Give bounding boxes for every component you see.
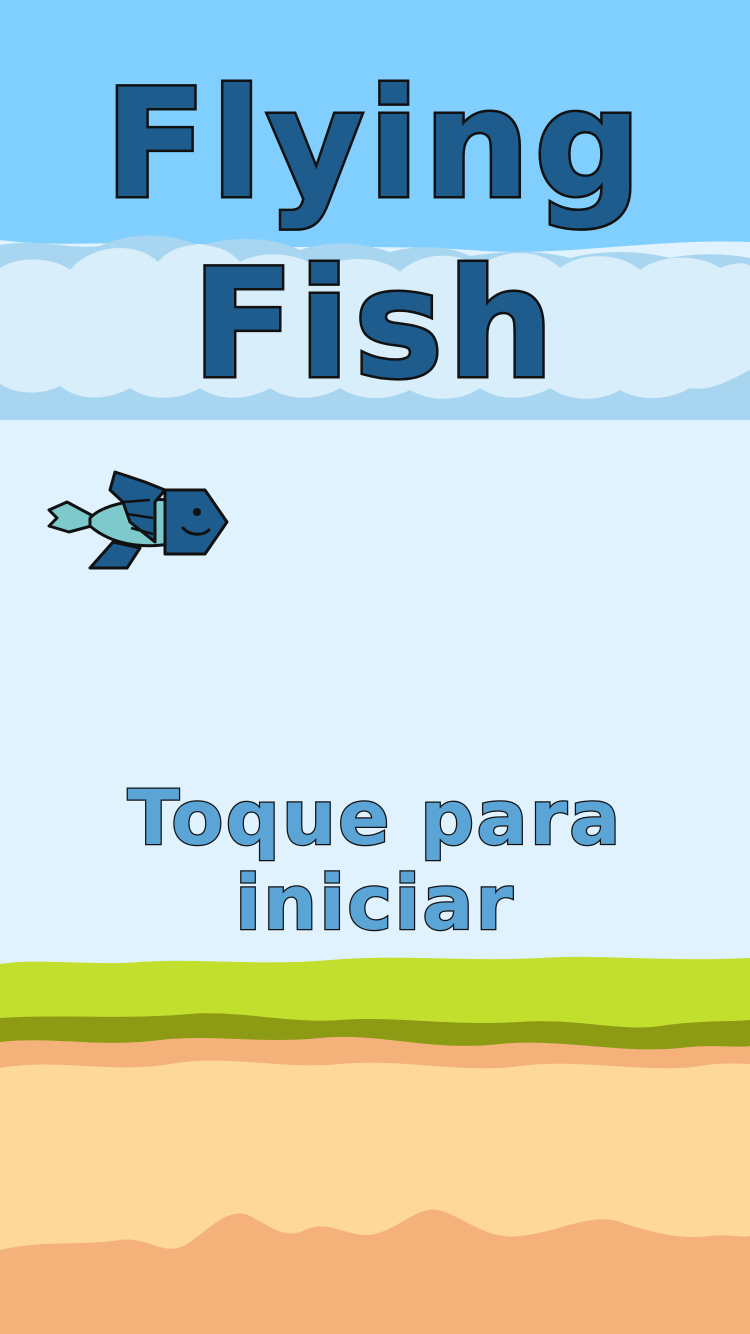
tap-to-start-line1[interactable]: Toque para [0,770,750,866]
tap-to-start-line2[interactable]: iniciar [0,855,750,951]
game-title-line1: Flying [102,58,646,233]
fish-icon [47,470,229,570]
ground [0,956,750,1334]
game-title-line2: Fish [190,238,558,413]
